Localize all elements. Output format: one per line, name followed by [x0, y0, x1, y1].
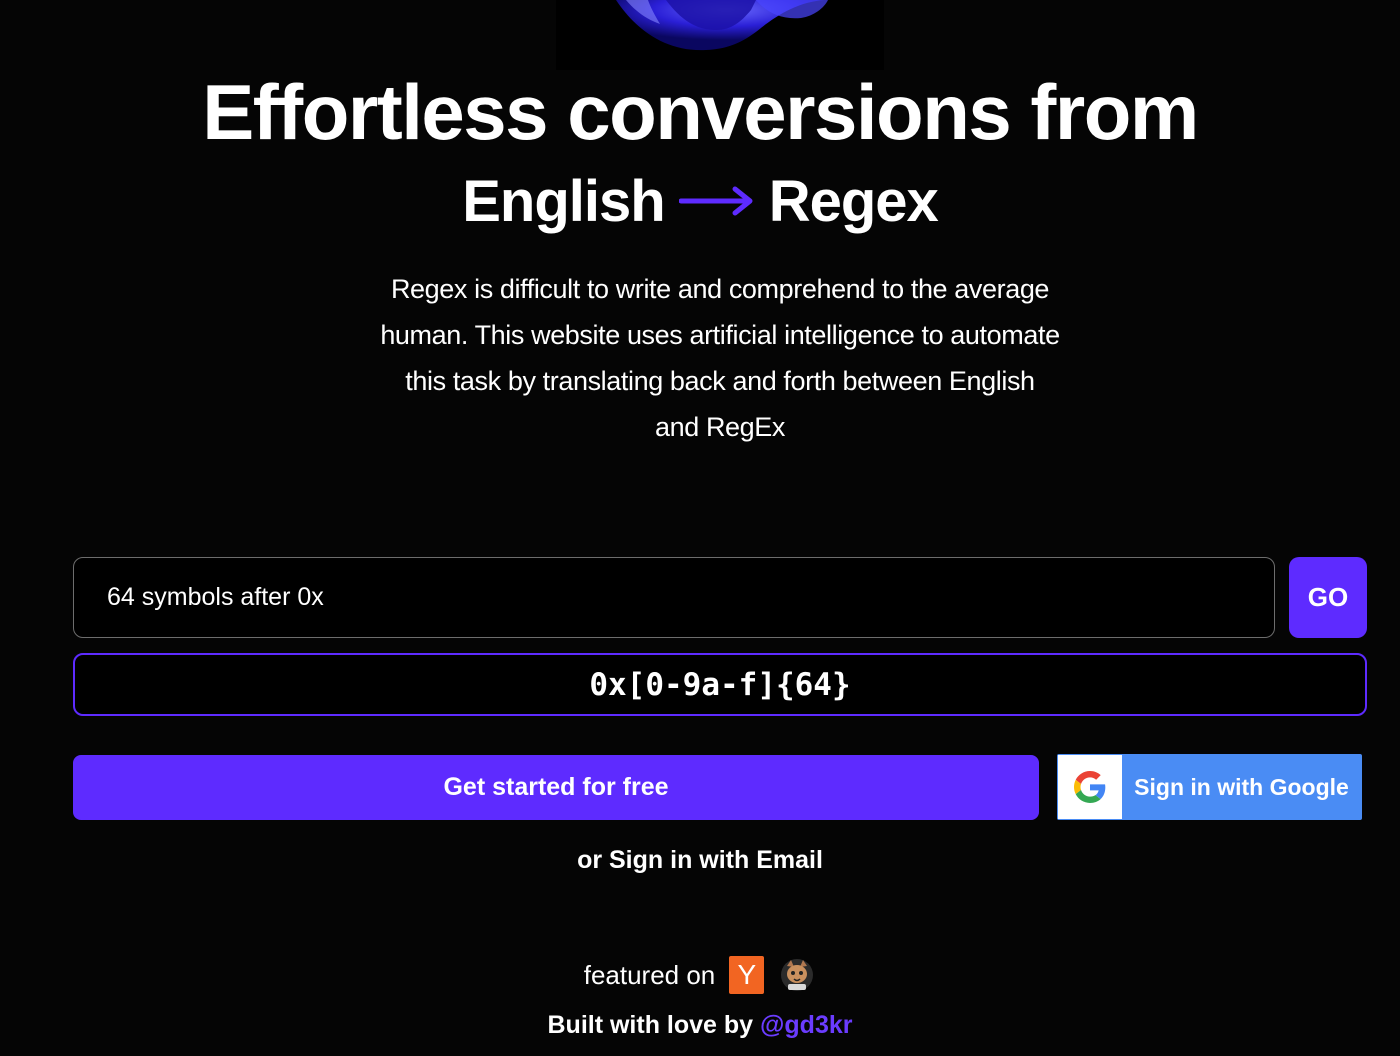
product-hunt-cat-icon[interactable] [778, 956, 816, 994]
arrow-right-icon [678, 186, 755, 216]
google-sign-in-button[interactable]: Sign in with Google [1057, 754, 1362, 820]
email-sign-in-link[interactable]: or Sign in with Email [0, 846, 1400, 875]
google-g-icon [1058, 755, 1122, 819]
google-sign-in-label: Sign in with Google [1134, 773, 1349, 800]
page: Effortless conversions from English Rege… [0, 0, 1400, 1056]
built-prefix: Built with love by [547, 1011, 754, 1039]
featured-on: featured on Y [0, 956, 1400, 994]
go-button[interactable]: GO [1289, 557, 1367, 638]
regex-result: 0x[0-9a-f]{64} [73, 653, 1367, 716]
english-input-field[interactable] [73, 557, 1275, 638]
featured-label: featured on [583, 959, 716, 990]
headline: Effortless conversions from [202, 68, 1199, 156]
built-by: Built with love by @gd3kr [0, 1011, 1400, 1040]
hero-blob-image [556, 0, 884, 70]
get-started-button[interactable]: Get started for free [73, 755, 1039, 820]
from-language: English [462, 168, 665, 234]
conversion-direction: English Regex [0, 166, 1400, 236]
english-input[interactable] [107, 583, 1274, 612]
author-handle-link[interactable]: @gd3kr [760, 1011, 852, 1039]
description: Regex is difficult to write and comprehe… [380, 274, 1060, 442]
ycombinator-icon[interactable]: Y [729, 956, 765, 994]
to-language: Regex [768, 168, 939, 234]
